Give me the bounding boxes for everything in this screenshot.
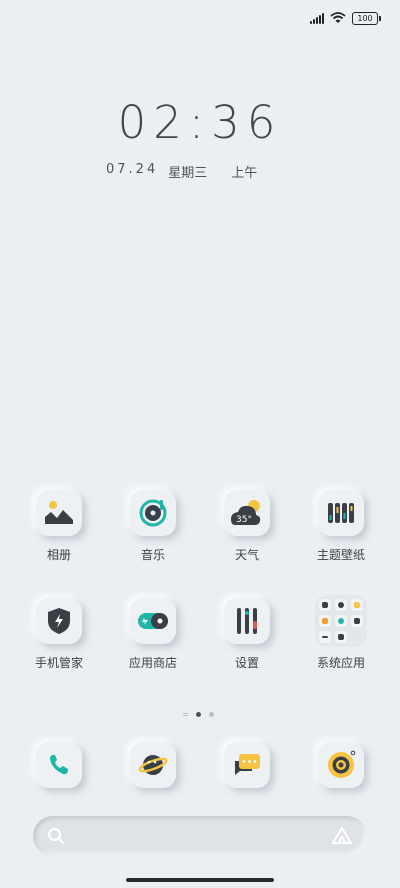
app-settings[interactable]: 设置 [207, 598, 287, 671]
page-dot-minus-one[interactable] [183, 712, 188, 717]
app-tile[interactable] [224, 742, 270, 788]
assistant-icon[interactable] [331, 826, 353, 846]
app-label: 天气 [234, 548, 259, 562]
mini-app-icon [351, 599, 363, 611]
app-security[interactable]: 手机管家 [19, 598, 99, 671]
search-icon [47, 827, 65, 845]
mini-app-icon [319, 631, 331, 643]
app-weather[interactable]: 35° 天气 [207, 490, 287, 563]
app-themes[interactable]: 主题壁纸 [301, 490, 381, 563]
status-bar: 100 [310, 8, 381, 28]
settings-icon [237, 608, 257, 634]
messages-icon [235, 754, 260, 775]
browser-icon [138, 755, 168, 775]
page-indicator[interactable] [183, 712, 214, 717]
dock-messages[interactable] [207, 742, 287, 788]
home-indicator[interactable] [126, 878, 274, 882]
app-label: 相册 [46, 548, 71, 562]
signal-bars-icon [310, 12, 324, 24]
camera-icon [328, 750, 356, 778]
app-tile[interactable] [130, 490, 176, 536]
app-tile[interactable] [36, 742, 82, 788]
music-icon [139, 499, 167, 527]
app-tile[interactable] [130, 742, 176, 788]
folder-icon[interactable] [315, 595, 367, 647]
app-label: 手机管家 [34, 656, 83, 670]
weather-icon: 35° [231, 500, 261, 525]
app-tile[interactable] [318, 490, 364, 536]
app-label: 系统应用 [316, 656, 365, 670]
dock-phone[interactable] [19, 742, 99, 788]
app-tile[interactable] [318, 742, 364, 788]
mini-app-icon [319, 599, 331, 611]
search-bar[interactable] [33, 816, 367, 856]
dock-browser[interactable] [113, 742, 193, 788]
app-label: 设置 [234, 656, 259, 670]
app-tile[interactable] [36, 490, 82, 536]
security-icon [48, 608, 70, 634]
empty-slot [351, 631, 363, 643]
wifi-icon [330, 12, 346, 23]
weather-temp: 35° [236, 515, 252, 525]
app-store-icon [138, 613, 168, 629]
mini-app-icon [319, 615, 331, 627]
app-label: 应用商店 [128, 656, 177, 670]
app-music[interactable]: 音乐 [113, 490, 193, 563]
app-tile[interactable] [130, 598, 176, 644]
phone-icon [50, 755, 68, 775]
battery-indicator: 100 [352, 11, 381, 25]
app-tile[interactable] [224, 598, 270, 644]
app-tile[interactable] [36, 598, 82, 644]
dock-camera[interactable] [301, 742, 381, 788]
app-folder-system[interactable]: 系统应用 [301, 595, 381, 671]
page-dot-active[interactable] [196, 712, 201, 717]
app-gallery[interactable]: 相册 [19, 490, 99, 563]
weekday-text: 星期三 [168, 166, 208, 181]
mini-app-icon [335, 631, 347, 643]
themes-icon [328, 503, 354, 523]
date-text: 07.24 [106, 162, 159, 177]
app-label: 音乐 [140, 548, 165, 562]
app-store[interactable]: 应用商店 [113, 598, 193, 671]
mini-app-icon [351, 615, 363, 627]
date-line: 07.24 星期三 上午 [106, 162, 257, 181]
mini-app-icon [335, 615, 347, 627]
period-text: 上午 [231, 166, 258, 181]
page-dot[interactable] [209, 712, 214, 717]
app-tile[interactable]: 35° [224, 490, 270, 536]
mini-app-icon [335, 599, 347, 611]
clock-time[interactable]: 02:36 [0, 96, 400, 149]
gallery-icon [45, 501, 73, 524]
app-label: 主题壁纸 [316, 548, 365, 562]
